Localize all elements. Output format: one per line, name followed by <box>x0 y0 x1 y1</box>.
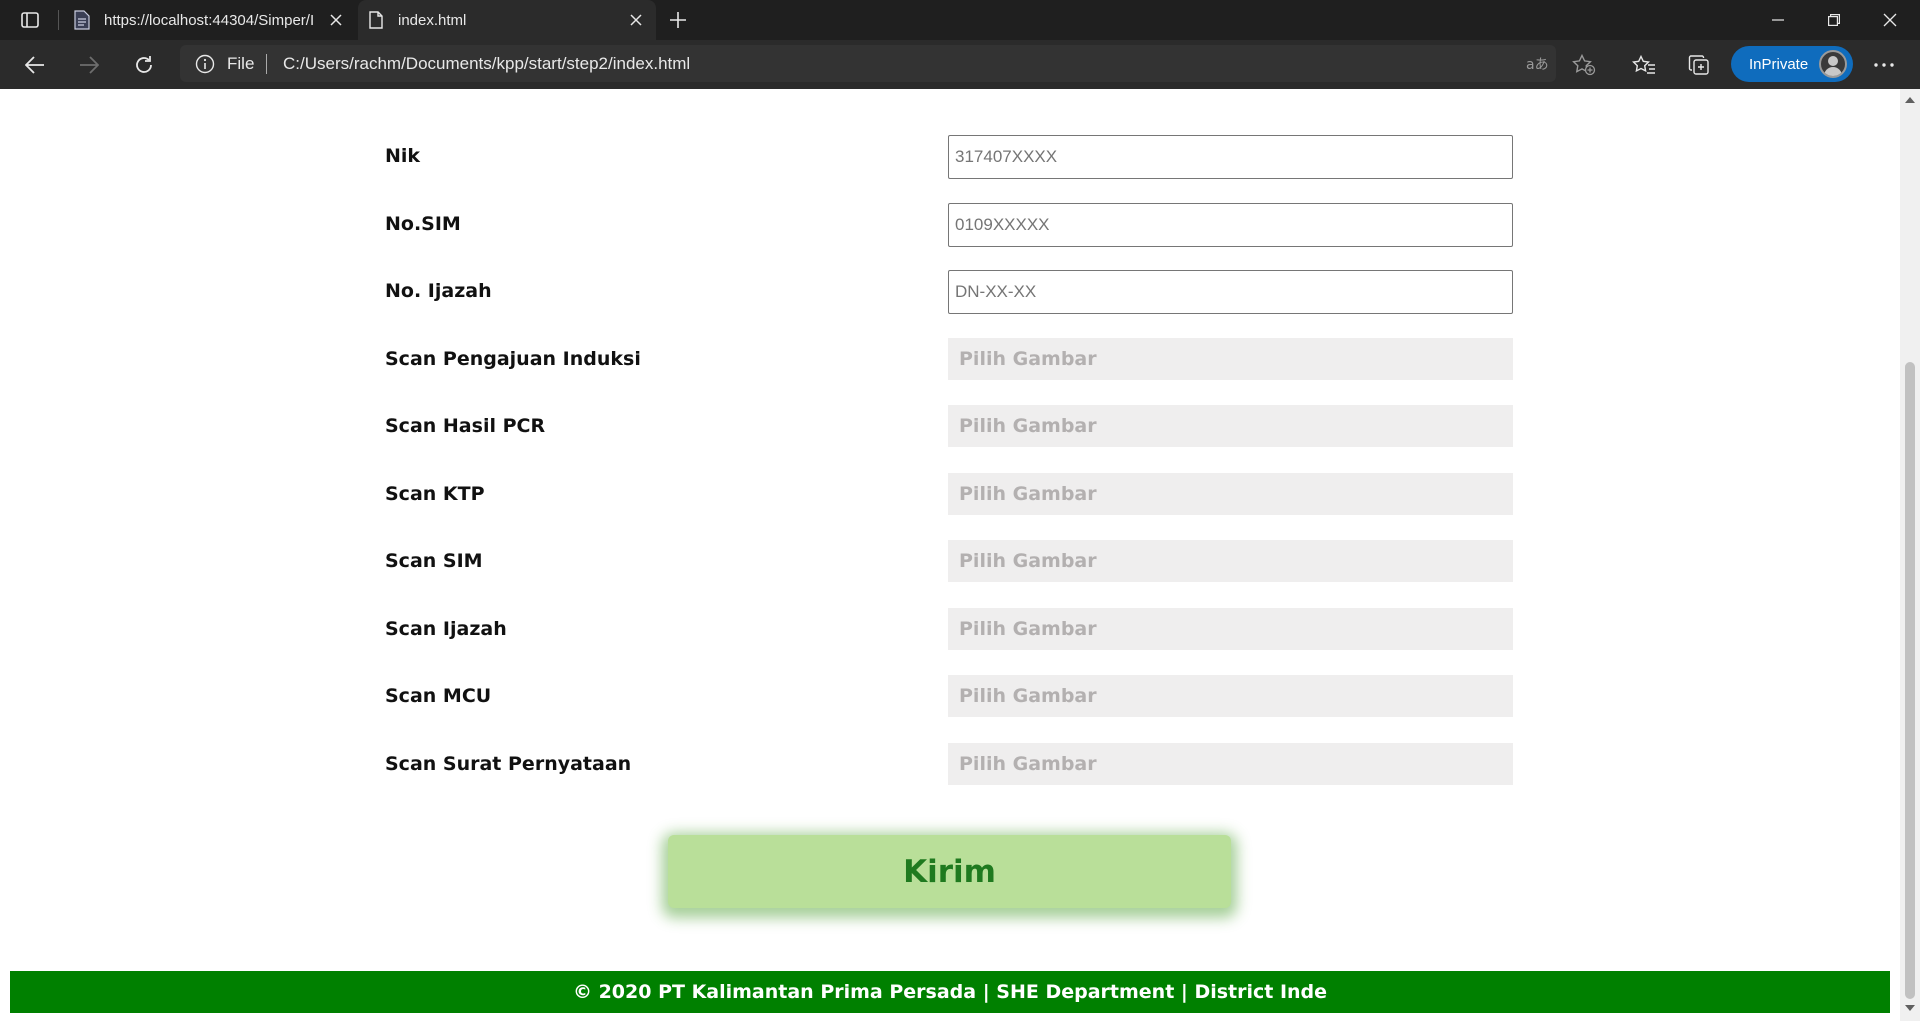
upload-row-sim: Scan SIM Pilih Gambar <box>0 540 1900 584</box>
address-divider <box>266 54 267 74</box>
pengajuan-induksi-file-input[interactable]: Pilih Gambar <box>948 338 1513 380</box>
scrollbar[interactable] <box>1900 89 1920 1021</box>
browser-toolbar: File C:/Users/rachm/Documents/kpp/start/… <box>0 40 1920 89</box>
inprivate-badge[interactable]: InPrivate <box>1731 46 1853 82</box>
upload-label: Scan KTP <box>385 483 485 505</box>
upload-label: Scan Pengajuan Induksi <box>385 348 641 370</box>
upload-label: Scan Ijazah <box>385 618 507 640</box>
favorites-icon[interactable] <box>1627 48 1661 82</box>
inprivate-label: InPrivate <box>1749 55 1809 73</box>
collections-icon[interactable] <box>1682 48 1716 82</box>
tab-separator <box>58 10 59 30</box>
footer: © 2020 PT Kalimantan Prima Persada | SHE… <box>10 971 1890 1013</box>
upload-label: Scan Hasil PCR <box>385 415 546 437</box>
svg-text:aあ: aあ <box>1526 57 1548 73</box>
submit-button[interactable]: Kirim <box>668 835 1231 908</box>
tab-title: index.html <box>398 11 467 29</box>
new-tab-icon[interactable] <box>664 6 692 34</box>
upload-row-surat-pernyataan: Scan Surat Pernyataan Pilih Gambar <box>0 743 1900 787</box>
sim-number-input[interactable] <box>948 203 1513 247</box>
read-aloud-icon[interactable]: aあ <box>1525 52 1549 76</box>
footer-text: © 2020 PT Kalimantan Prima Persada | SHE… <box>572 981 1328 1003</box>
address-url[interactable]: C:/Users/rachm/Documents/kpp/start/step2… <box>283 54 690 74</box>
upload-label: Scan MCU <box>385 685 492 707</box>
surat-pernyataan-file-input[interactable]: Pilih Gambar <box>948 743 1513 785</box>
address-scheme: File <box>227 54 255 73</box>
minimize-icon[interactable] <box>1750 0 1806 40</box>
hasil-pcr-file-input[interactable]: Pilih Gambar <box>948 405 1513 447</box>
upload-row-hasil-pcr: Scan Hasil PCR Pilih Gambar <box>0 405 1900 449</box>
tab-localhost[interactable]: https://localhost:44304/Simper/I <box>64 0 356 40</box>
close-tab-icon[interactable] <box>324 8 348 32</box>
add-favorite-icon[interactable] <box>1567 48 1601 82</box>
info-icon[interactable] <box>194 53 216 75</box>
field-label: No. Ijazah <box>385 280 492 302</box>
back-arrow-icon[interactable] <box>18 48 52 82</box>
form-row-ijazah: No. Ijazah <box>0 270 1900 314</box>
upload-row-ijazah: Scan Ijazah Pilih Gambar <box>0 608 1900 652</box>
forward-arrow-icon[interactable] <box>72 48 106 82</box>
upload-row-ktp: Scan KTP Pilih Gambar <box>0 473 1900 517</box>
scroll-up-icon[interactable] <box>1904 95 1916 105</box>
address-bar[interactable]: File C:/Users/rachm/Documents/kpp/start/… <box>180 45 1556 82</box>
sim-file-input[interactable]: Pilih Gambar <box>948 540 1513 582</box>
upload-label: Scan Surat Pernyataan <box>385 753 632 775</box>
file-icon <box>366 10 386 30</box>
form-row-nik: Nik <box>0 135 1900 179</box>
mcu-file-input[interactable]: Pilih Gambar <box>948 675 1513 717</box>
close-window-icon[interactable] <box>1862 0 1918 40</box>
ktp-file-input[interactable]: Pilih Gambar <box>948 473 1513 515</box>
tab-title: https://localhost:44304/Simper/I <box>104 11 315 29</box>
tab-strip: https://localhost:44304/Simper/I index.h… <box>0 0 1920 40</box>
scroll-down-icon[interactable] <box>1904 1003 1916 1013</box>
refresh-icon[interactable] <box>127 48 161 82</box>
upload-label: Scan SIM <box>385 550 483 572</box>
page-viewport: Nik No.SIM No. Ijazah Scan Pengajuan Ind… <box>0 89 1900 1021</box>
tab-actions-icon[interactable] <box>16 8 44 32</box>
avatar <box>1819 50 1847 78</box>
page-icon <box>72 10 92 30</box>
upload-row-pengajuan-induksi: Scan Pengajuan Induksi Pilih Gambar <box>0 338 1900 382</box>
scrollbar-thumb[interactable] <box>1905 362 1915 999</box>
close-tab-icon[interactable] <box>624 8 648 32</box>
upload-row-mcu: Scan MCU Pilih Gambar <box>0 675 1900 719</box>
field-label: No.SIM <box>385 213 461 235</box>
restore-icon[interactable] <box>1806 0 1862 40</box>
nik-input[interactable] <box>948 135 1513 179</box>
form-row-sim: No.SIM <box>0 203 1900 247</box>
more-icon[interactable] <box>1867 48 1901 82</box>
tab-index-html[interactable]: index.html <box>358 0 656 40</box>
ijazah-file-input[interactable]: Pilih Gambar <box>948 608 1513 650</box>
ijazah-number-input[interactable] <box>948 270 1513 314</box>
field-label: Nik <box>385 145 421 167</box>
